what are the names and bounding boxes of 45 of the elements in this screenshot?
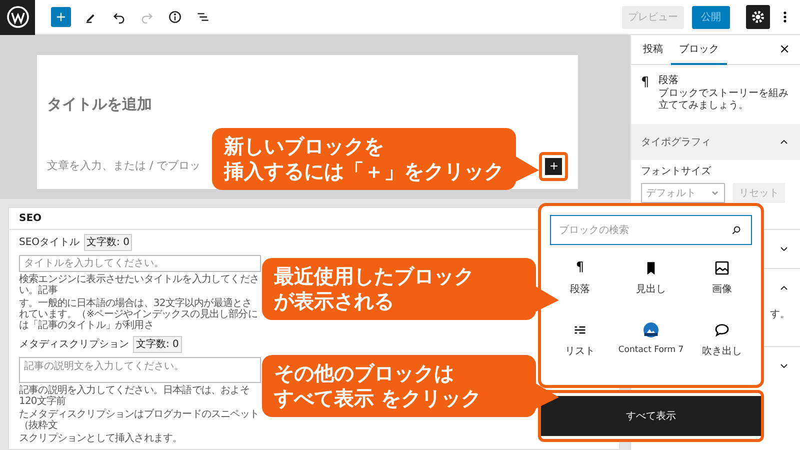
help-text: 検索エンジンに表示させたいタイトルを入力してください。記事 [19,274,260,296]
title-field[interactable]: タイトルを追加 [47,93,568,116]
settings-button[interactable] [746,5,770,29]
block-description: ブロックでストーリーを組み立ててみましょう。 [658,88,790,112]
panel-title: タイポグラフィ [641,136,711,150]
gear-icon [750,9,766,25]
field-label: フォントサイズ [641,165,712,179]
panel-text: す。 [769,308,791,322]
field-label: メタディスクリプション [19,338,129,352]
info-icon [167,9,183,25]
help-text: たメタディスクリプションはブログカードのスニペット（抜粋文 [19,409,260,431]
plus-icon [54,10,68,24]
sidebar-tab[interactable]: 投稿 [635,35,671,65]
block-option[interactable]: 見出し [610,259,692,313]
search-icon [730,224,743,237]
block-name: 段落 [658,74,680,88]
panel-title: SEO [19,212,42,226]
logo-icon [6,5,30,29]
field-label: SEOタイトル [19,236,80,250]
speech-bubble-icon [713,321,731,339]
help-text: 記事の説明を入力してください。日本語では、およそ120文字前 [19,385,250,407]
sidebar-tab[interactable]: ブロック [671,35,727,65]
character-count: 文字数: 0 [84,234,132,251]
block-option[interactable]: 画像 [692,259,752,313]
character-count: 文字数: 0 [133,336,182,353]
search-field[interactable]: ブロックの検索 [550,215,752,245]
callout: 新しいブロックを 挿入するには「＋」をクリック [212,128,539,190]
block-option[interactable]: 吹き出し [692,321,752,375]
add-block-button[interactable] [539,152,568,180]
paragraph-icon: ¶ [576,259,584,277]
help-text: す。一般的に日本語の場合は、32文字以内が最適とされています。（※ページやインデックスの見出し部分には「記事のタイトル」が利用さ [19,298,258,331]
close-button[interactable]: × [769,35,800,65]
callout: その他のブロックは すべて表示 をクリック [262,355,559,417]
plus-icon [548,160,560,172]
description-field[interactable]: 記事の説明文を入力してください。 [19,357,261,383]
input-field[interactable]: タイトルを入力してください。 [19,255,261,272]
paragraph-icon: ¶ [641,73,651,112]
panel-header[interactable]: タイポグラフィ [631,124,800,160]
image-icon [713,259,731,277]
help-text: スクリプションとして挿入されます。 [19,433,184,444]
browse-all-button[interactable]: すべて表示 [541,396,761,436]
block-option[interactable]: Contact Form 7 [610,321,692,375]
mountain-logo-icon [642,321,660,339]
paragraph-field[interactable]: 文章を入力、または / でブロッ [47,158,201,174]
callout: 最近使用したブロック が表示される [262,258,559,320]
